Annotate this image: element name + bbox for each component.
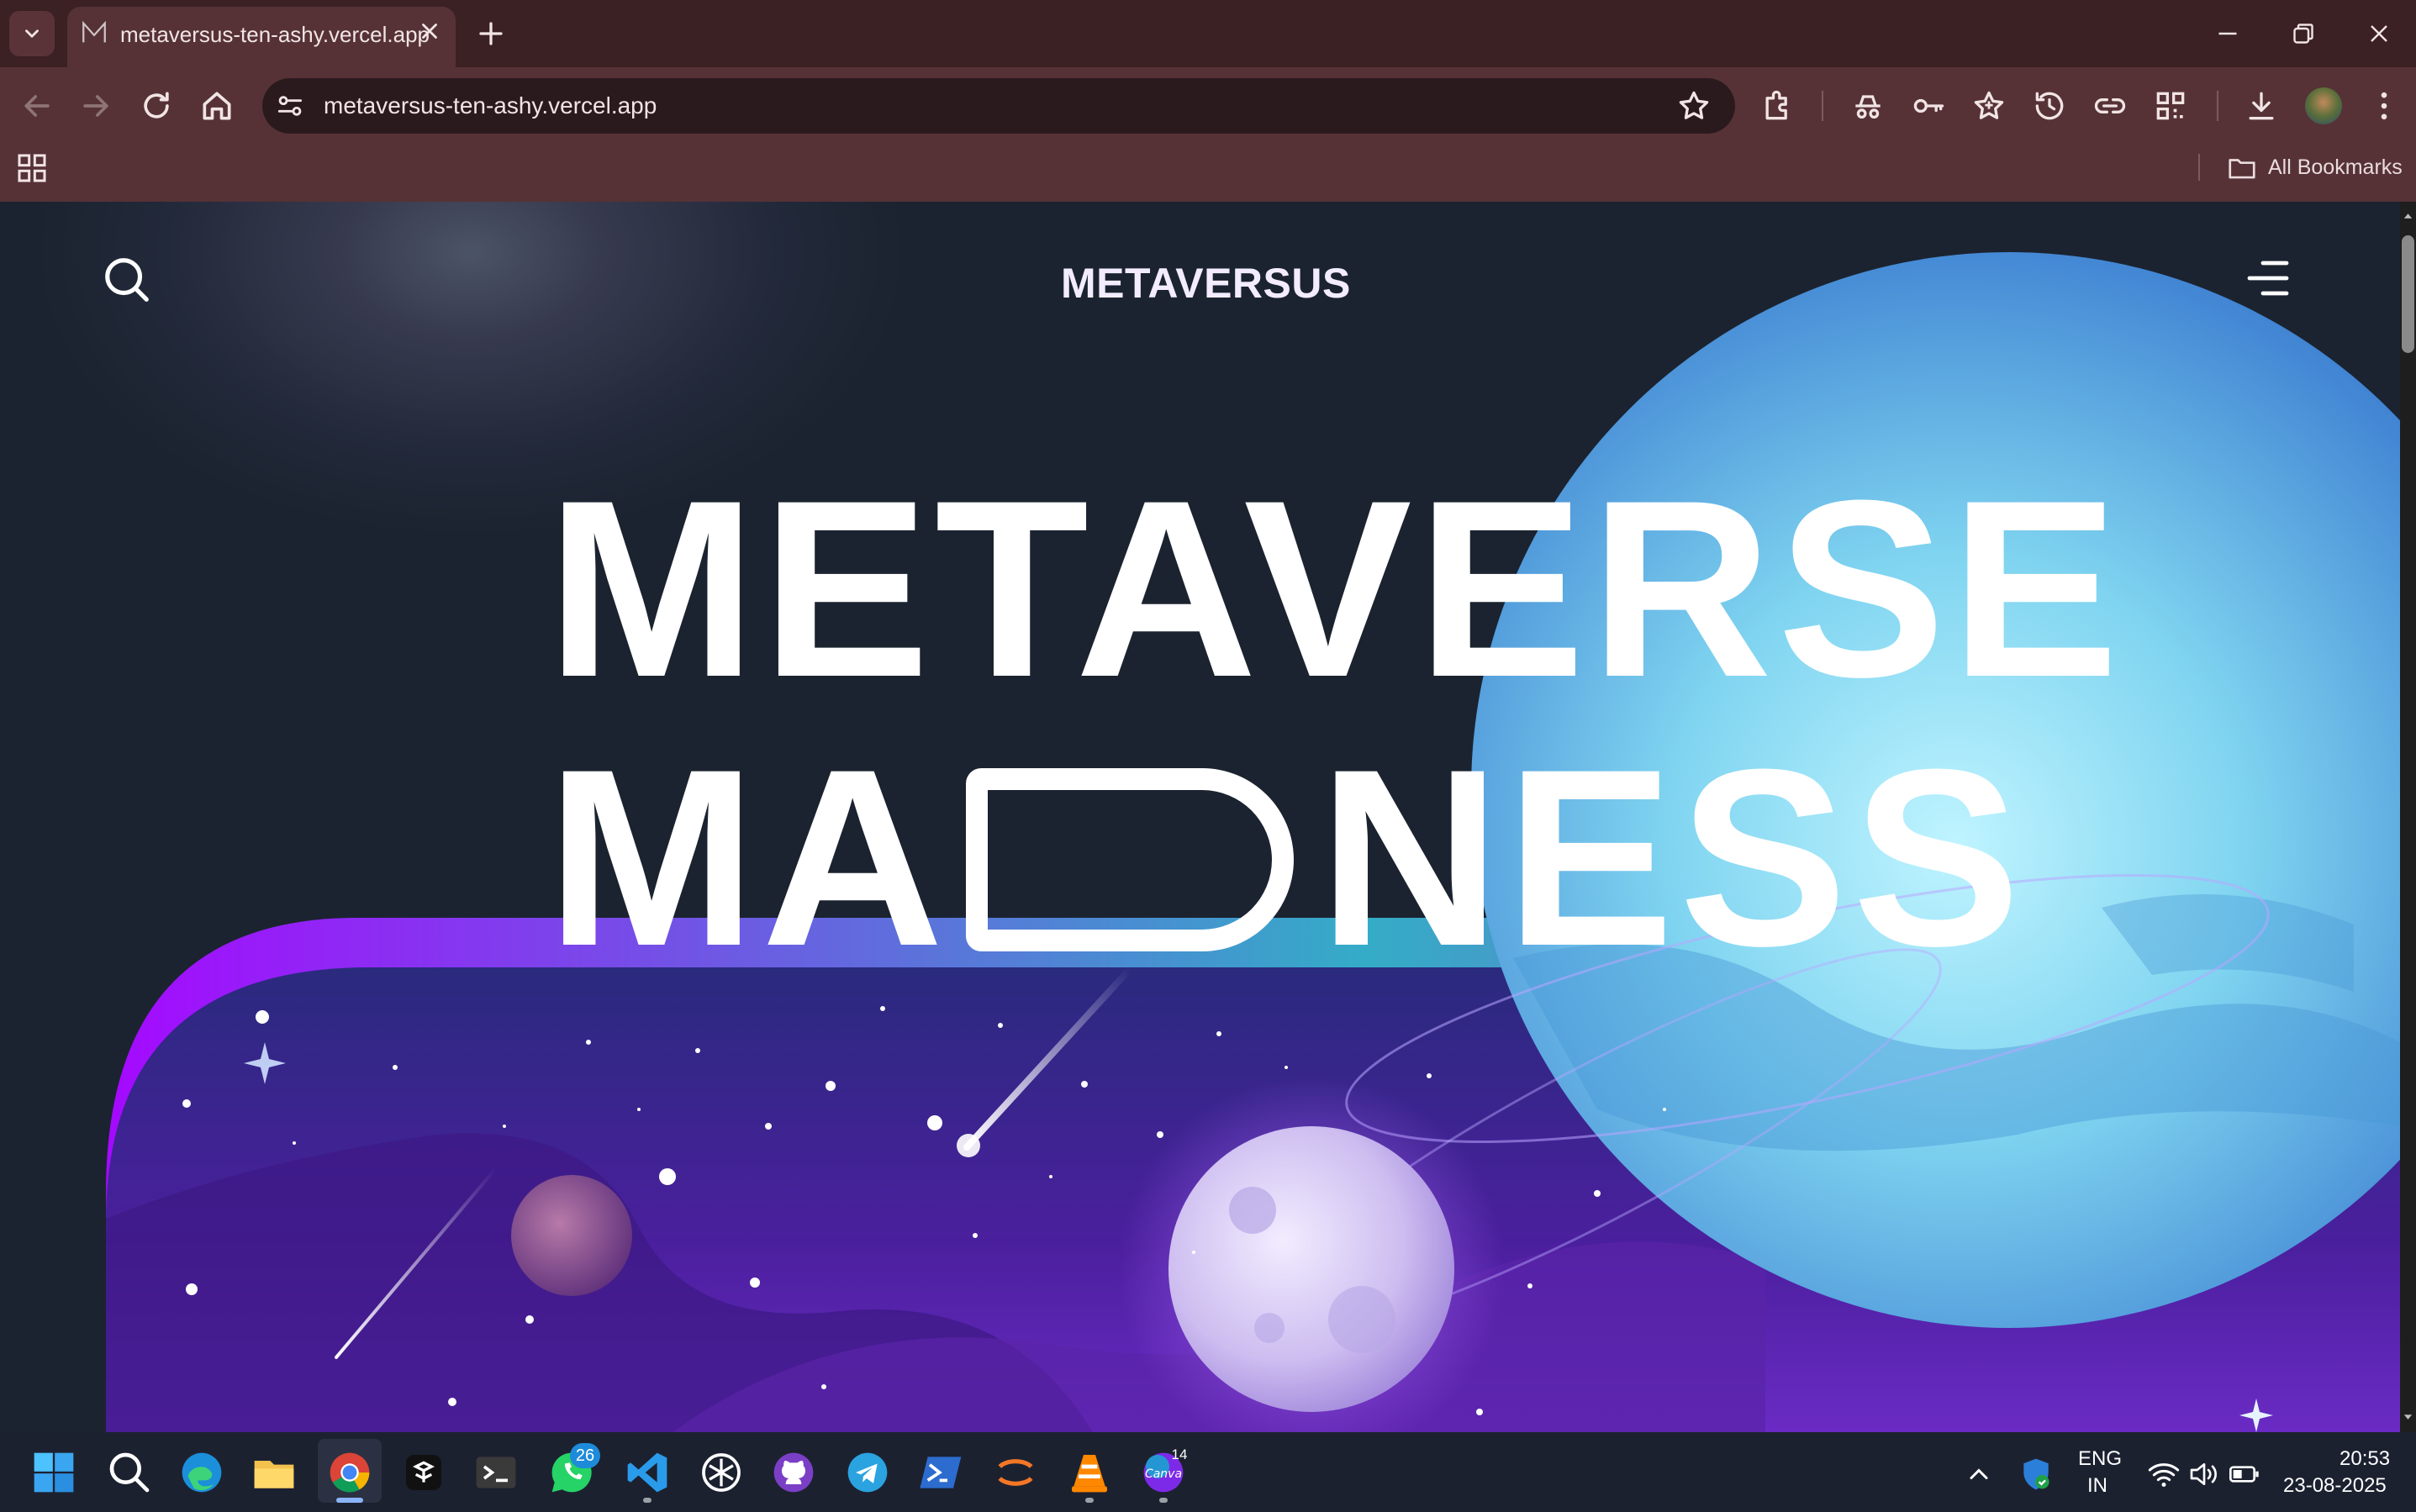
- new-tab-icon[interactable]: [476, 18, 506, 49]
- chrome-icon[interactable]: [326, 1449, 373, 1496]
- github-desktop-icon[interactable]: [770, 1449, 817, 1496]
- show-hidden-icons-chevron-up-icon[interactable]: [1964, 1459, 1994, 1489]
- vscode-icon[interactable]: [624, 1449, 671, 1496]
- vlc-icon[interactable]: [1066, 1449, 1113, 1496]
- all-bookmarks-button[interactable]: All Bookmarks: [2268, 155, 2403, 180]
- hero-title-line2-part1: MA: [546, 716, 949, 998]
- vlc-running-indicator: [1085, 1498, 1094, 1503]
- canva-notification-badge: 14: [1171, 1446, 1188, 1462]
- edge-browser-icon[interactable]: [178, 1449, 225, 1496]
- more-menu-icon[interactable]: [2366, 87, 2403, 124]
- wifi-icon[interactable]: [2147, 1457, 2181, 1491]
- jupyter-icon[interactable]: [992, 1449, 1039, 1496]
- powershell-icon[interactable]: [918, 1449, 965, 1496]
- site-brand[interactable]: METAVERSUS: [1061, 259, 1351, 308]
- close-window-icon[interactable]: [2362, 18, 2396, 49]
- terminal-icon[interactable]: [472, 1449, 520, 1496]
- web-page: METAVERSUS METAVERSE MA NESS: [0, 202, 2400, 1432]
- hero-title-line2: MA NESS: [546, 731, 2026, 983]
- bookmarks-separator: [2198, 154, 2200, 181]
- scroll-up-icon[interactable]: [2402, 208, 2414, 224]
- minimize-icon[interactable]: [2211, 18, 2245, 49]
- tab-search-button[interactable]: [9, 11, 55, 56]
- chatgpt-icon[interactable]: [698, 1449, 745, 1496]
- telegram-icon[interactable]: [844, 1449, 891, 1496]
- close-tab-icon[interactable]: [417, 18, 442, 44]
- canva-running-indicator: [1159, 1498, 1168, 1503]
- clock-date[interactable]: 23-08-2025: [2283, 1474, 2387, 1498]
- clock-time[interactable]: 20:53: [2340, 1447, 2390, 1471]
- windows-start-icon[interactable]: [30, 1449, 77, 1496]
- svg-text:Canva: Canva: [1145, 1467, 1182, 1481]
- battery-icon[interactable]: [2228, 1457, 2261, 1491]
- language-indicator[interactable]: ENG: [2078, 1447, 2122, 1471]
- apps-grid-icon[interactable]: [15, 151, 49, 185]
- chrome-running-indicator: [336, 1498, 363, 1503]
- link-icon[interactable]: [2092, 87, 2129, 124]
- profile-avatar[interactable]: [2305, 87, 2342, 124]
- whatsapp-notification-badge: 26: [570, 1443, 600, 1468]
- scroll-down-icon[interactable]: [2402, 1409, 2414, 1425]
- hero-title-line2-part2: NESS: [1318, 716, 2026, 998]
- chevron-down-icon: [25, 29, 39, 38]
- search-icon[interactable]: [106, 1449, 153, 1496]
- security-shield-icon[interactable]: [2018, 1456, 2055, 1493]
- tab-title: metaversus-ten-ashy.vercel.app: [120, 22, 430, 47]
- download-icon[interactable]: [2243, 87, 2280, 124]
- folder-icon: [2229, 159, 2255, 179]
- vscode-running-indicator: [643, 1498, 651, 1503]
- file-explorer-icon[interactable]: [251, 1449, 298, 1496]
- forward-icon[interactable]: [77, 87, 114, 124]
- favorites-icon[interactable]: [1970, 87, 2007, 124]
- scrollbar-thumb[interactable]: [2402, 235, 2414, 353]
- back-icon[interactable]: [18, 87, 55, 124]
- password-key-icon[interactable]: [1910, 87, 1947, 124]
- site-info-icon[interactable]: [274, 90, 306, 122]
- dropbox-capture-icon[interactable]: [400, 1449, 447, 1496]
- hero-d-shape: [965, 768, 1294, 951]
- home-icon[interactable]: [198, 87, 235, 124]
- incognito-extension-icon[interactable]: [1849, 87, 1886, 124]
- bookmark-star-icon[interactable]: [1675, 87, 1712, 124]
- history-icon[interactable]: [2031, 87, 2068, 124]
- url-text[interactable]: metaversus-ten-ashy.vercel.app: [324, 92, 657, 119]
- toolbar-separator: [1822, 91, 1823, 121]
- extensions-icon[interactable]: [1759, 87, 1796, 124]
- qr-code-icon[interactable]: [2152, 87, 2189, 124]
- menu-icon[interactable]: [2245, 257, 2292, 299]
- volume-icon[interactable]: [2187, 1457, 2221, 1491]
- language-region[interactable]: IN: [2087, 1474, 2107, 1498]
- toolbar-separator: [2217, 91, 2218, 121]
- site-favicon-icon: [82, 20, 106, 43]
- reload-icon[interactable]: [138, 87, 175, 124]
- search-icon[interactable]: [101, 254, 153, 306]
- hero-title-line1: METAVERSE: [546, 447, 2124, 730]
- restore-icon[interactable]: [2287, 18, 2320, 49]
- page-scrollbar[interactable]: [2400, 202, 2416, 1432]
